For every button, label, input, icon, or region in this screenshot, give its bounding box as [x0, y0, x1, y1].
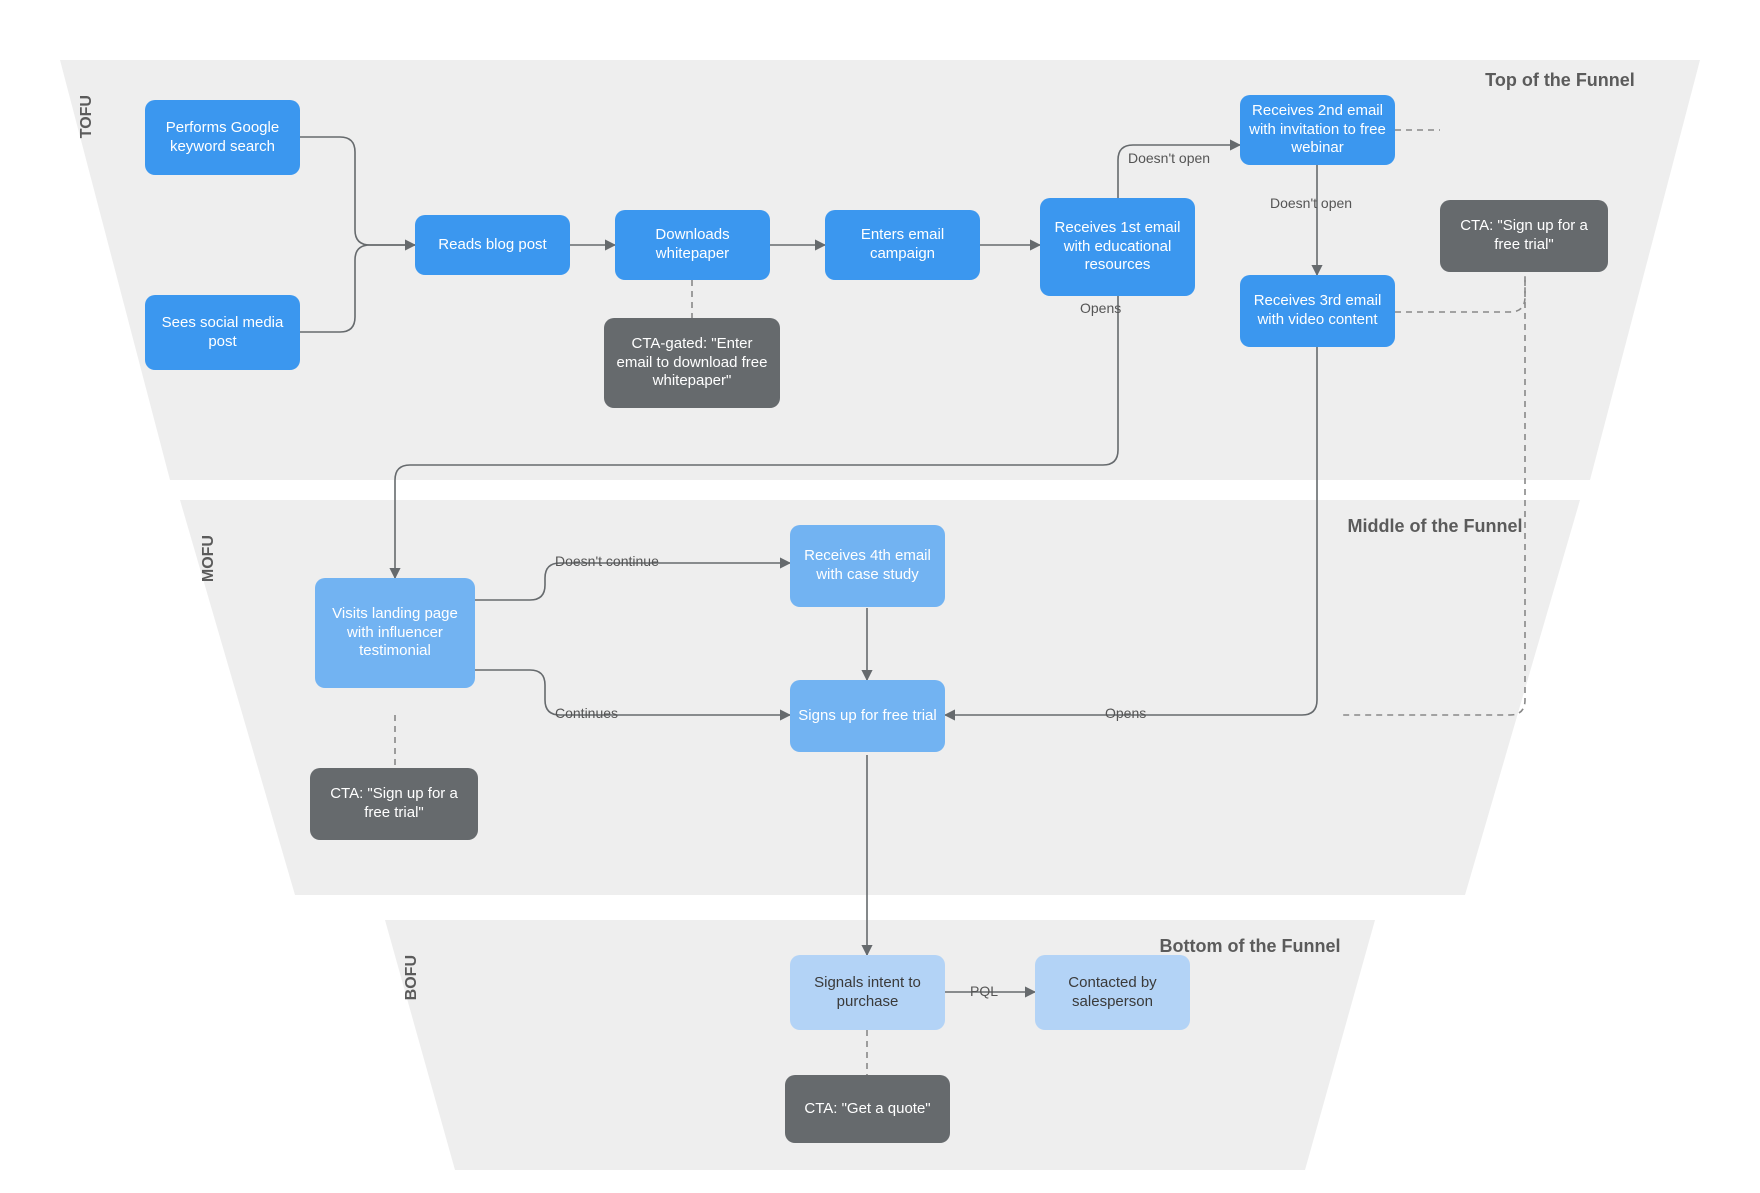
- label-landing-yes: Continues: [555, 705, 618, 721]
- node-cta-gated: CTA-gated: "Enter email to download free…: [604, 318, 780, 408]
- node-reads-blog: Reads blog post: [415, 215, 570, 275]
- node-cta-trial-2: CTA: "Sign up for a free trial": [310, 768, 478, 840]
- node-contacted: Contacted by salesperson: [1035, 955, 1190, 1030]
- label-landing-no: Doesn't continue: [555, 553, 659, 569]
- node-email-4: Receives 4th email with case study: [790, 525, 945, 607]
- label-pql: PQL: [970, 983, 998, 999]
- tofu-title: Top of the Funnel: [1460, 70, 1660, 91]
- label-email2-no: Doesn't open: [1270, 195, 1352, 211]
- mofu-short-label: MOFU: [200, 535, 218, 582]
- node-downloads-wp: Downloads whitepaper: [615, 210, 770, 280]
- node-email-1: Receives 1st email with educational reso…: [1040, 198, 1195, 296]
- node-email-3: Receives 3rd email with video content: [1240, 275, 1395, 347]
- label-email1-yes: Opens: [1080, 300, 1121, 316]
- node-landing-page: Visits landing page with influencer test…: [315, 578, 475, 688]
- label-email1-no: Doesn't open: [1128, 150, 1210, 166]
- tofu-short-label: TOFU: [78, 95, 96, 138]
- node-enters-campaign: Enters email campaign: [825, 210, 980, 280]
- label-email3-yes: Opens: [1105, 705, 1146, 721]
- node-signup-trial: Signs up for free trial: [790, 680, 945, 752]
- node-intent: Signals intent to purchase: [790, 955, 945, 1030]
- node-google-search: Performs Google keyword search: [145, 100, 300, 175]
- node-email-2: Receives 2nd email with invitation to fr…: [1240, 95, 1395, 165]
- node-cta-quote: CTA: "Get a quote": [785, 1075, 950, 1143]
- node-social-post: Sees social media post: [145, 295, 300, 370]
- mofu-title: Middle of the Funnel: [1335, 515, 1535, 538]
- node-cta-trial-1: CTA: "Sign up for a free trial": [1440, 200, 1608, 272]
- bofu-short-label: BOFU: [403, 955, 421, 1000]
